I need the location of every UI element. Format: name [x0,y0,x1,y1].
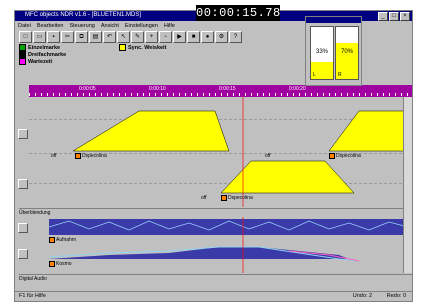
cue-marker-icon [329,153,335,159]
ruler-label: 0:00:15 [219,86,236,92]
legend-label: Wartezeit [28,58,53,65]
window-title: MFC objects NDR v1.6 - [BLUETEN1.MDS] [25,12,142,18]
meter-title-bar[interactable] [306,17,361,23]
ruler-label: 0:00:05 [79,86,96,92]
envelope-graph [72,97,412,207]
section-label-audio: Digital Audio [19,274,412,283]
fade-envelope-2[interactable] [328,110,412,152]
zoom-out-icon[interactable]: − [159,31,172,43]
audio-track-area[interactable]: Aufnahm Kosmo [29,217,412,273]
new-icon[interactable]: □ [19,31,32,43]
legend-label: Dreifachmarke [28,51,67,58]
section-title: Digital Audio [19,276,47,282]
settings-icon[interactable]: ⚙ [215,31,228,43]
meter-left-channel: L [313,72,316,78]
status-bar: F1 für Hilfe Undo: 2 Redo: 0 [15,291,412,301]
status-redo: Redo: 0 [386,293,406,299]
meter-left: 33% L [310,26,334,80]
copy-icon[interactable]: ⧉ [75,31,88,43]
audio-track-label[interactable]: Aufnahm [49,237,76,243]
cue-marker-icon [49,261,55,267]
video-track-area[interactable]: Dspecolina Dspecolina Dspecolina off off… [29,97,412,207]
level-meter-window[interactable]: 33% L 70% R [305,16,362,86]
minimize-button[interactable]: _ [378,12,388,21]
menu-edit[interactable]: Bearbeiten [37,22,64,30]
marker-label: off [201,195,207,201]
status-undo: Undo: 2 [352,293,372,299]
audio-track-toggle-button[interactable] [18,223,28,233]
help-icon[interactable]: ? [229,31,242,43]
paste-icon[interactable]: ▤ [89,31,102,43]
meter-right-value: 70% [340,49,353,55]
cue-marker-icon [49,237,55,243]
pointer-icon[interactable]: ↖ [117,31,130,43]
undo-icon[interactable]: ↶ [103,31,116,43]
track-toggle-button[interactable] [18,129,28,139]
track-toggle-button[interactable] [18,179,28,189]
marker-label: off [51,153,57,159]
save-icon[interactable]: ▪ [47,31,60,43]
stop-icon[interactable]: ■ [187,31,200,43]
menu-help[interactable]: Hilfe [164,22,175,30]
legend-swatch [119,44,126,51]
ruler-label: 0:00:20 [289,86,306,92]
play-icon[interactable]: ▶ [173,31,186,43]
legend-swatch [19,58,26,65]
section-title: Überblendung [19,210,51,216]
cue-marker-icon [75,153,81,159]
legend-item: Sync. Weiskeit [119,44,166,51]
menu-view[interactable]: Ansicht [101,22,119,30]
legend-item: Einzelmarke [19,44,60,51]
audio-waveforms [48,217,412,273]
legend-label: Einzelmarke [28,44,61,51]
open-icon[interactable]: ▭ [33,31,46,43]
legend-swatch [19,51,26,58]
ruler-ticks [29,93,412,96]
ruler-label: 0:00:10 [149,86,166,92]
meter-right: 70% R [335,26,359,80]
toolbar: □ ▭ ▪ ✂ ⧉ ▤ ↶ ↖ ✎ + − ▶ ■ ● ⚙ ? [19,31,242,43]
meter-right-channel: R [338,72,342,78]
pen-icon[interactable]: ✎ [131,31,144,43]
audio-track-label[interactable]: Kosmo [49,261,72,267]
cue-text: Dspecolina [336,153,361,159]
cue-text: Dspecolina [82,153,107,159]
fade-envelope-1[interactable] [72,110,230,152]
zoom-in-icon[interactable]: + [145,31,158,43]
meter-left-value: 33% [315,49,328,55]
maximize-button[interactable]: □ [389,12,399,21]
cut-icon[interactable]: ✂ [61,31,74,43]
audio-track-name: Kosmo [56,261,72,267]
cue-label[interactable]: Dspecolina [329,153,361,159]
legend-swatch [19,44,26,51]
cue-marker-icon [221,195,227,201]
audio-track-toggle-button[interactable] [18,249,28,259]
cue-label[interactable]: Dspecolina [75,153,107,159]
status-help-text: F1 für Hilfe [19,293,46,299]
menu-file[interactable]: Datei [18,22,31,30]
timecode-display: 00:00:15.78 [196,5,281,21]
cue-label[interactable]: Dspecolina [221,195,253,201]
menu-control[interactable]: Steuerung [69,22,94,30]
legend-item: Wartezeit [19,58,52,65]
legend-label: Sync. Weiskeit [128,44,167,51]
vertical-scrollbar[interactable] [403,97,412,273]
audio-track-name: Aufnahm [56,237,77,243]
legend-item: Dreifachmarke [19,51,66,58]
record-icon[interactable]: ● [201,31,214,43]
menu-settings[interactable]: Einstellungen [125,22,158,30]
fade-envelope-3[interactable] [220,160,355,194]
marker-label: off [265,153,271,159]
timeline-ruler[interactable]: 0:00:05 0:00:10 0:00:15 0:00:20 [29,85,412,97]
close-button[interactable]: × [400,12,410,21]
cue-text: Dspecolina [228,195,253,201]
section-label-video: Überblendung [19,208,412,217]
